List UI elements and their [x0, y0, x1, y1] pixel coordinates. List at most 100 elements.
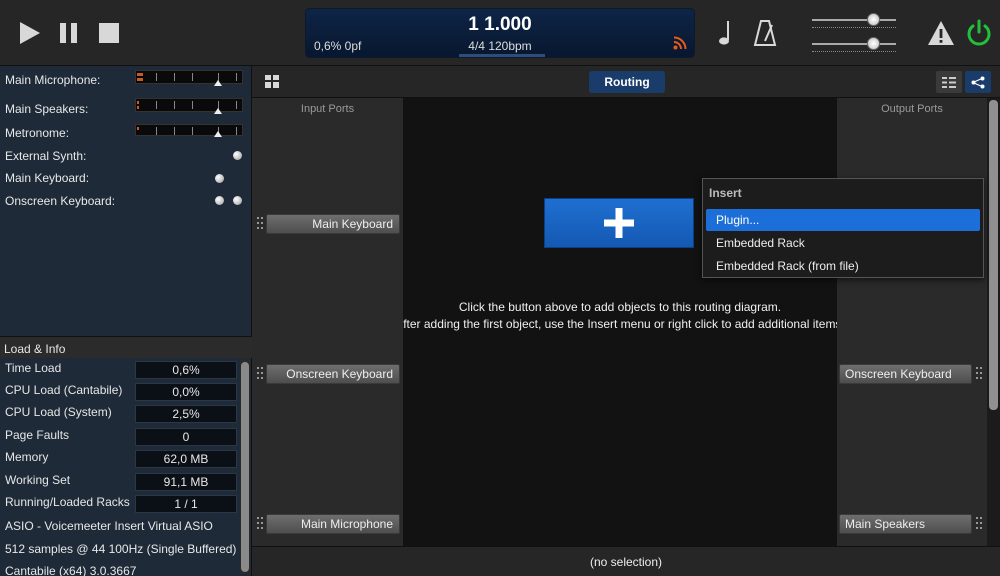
info-scrollbar[interactable]: [240, 360, 250, 574]
drag-handle-icon[interactable]: [257, 217, 263, 231]
port-label: External Synth:: [5, 149, 87, 163]
info-label: Running/Loaded Racks: [5, 495, 130, 509]
list-view-button[interactable]: [936, 71, 962, 93]
info-row: Memory 62,0 MB: [5, 450, 237, 470]
audio-driver-text: ASIO - Voicemeeter Insert Virtual ASIO: [5, 519, 213, 533]
music-note-icon: [719, 21, 729, 45]
gain-marker-icon[interactable]: [214, 131, 222, 137]
info-label: CPU Load (Cantabile): [5, 383, 123, 397]
port-label: Metronome:: [5, 126, 70, 140]
main-speakers-meter[interactable]: [135, 98, 243, 114]
gain-slider-knob[interactable]: [867, 37, 880, 50]
port-row-external-synth: External Synth:: [5, 149, 250, 167]
status-bar: (no selection): [252, 546, 1000, 576]
input-port-main-keyboard[interactable]: Main Keyboard: [266, 214, 400, 234]
buffer-info-text: 512 samples @ 44 100Hz (Single Buffered): [5, 542, 237, 556]
input-ports-column: Input Ports Main Keyboard Onscreen Keybo…: [252, 98, 403, 546]
drag-handle-icon[interactable]: [976, 367, 982, 381]
info-label: CPU Load (System): [5, 405, 112, 419]
info-value: 2,5%: [135, 405, 237, 423]
info-row: CPU Load (System) 2,5%: [5, 405, 237, 425]
menu-item-embedded-rack[interactable]: Embedded Rack: [706, 232, 980, 254]
pause-icon: [60, 23, 77, 43]
output-ports-title: Output Ports: [881, 103, 943, 115]
layout-grid-icon[interactable]: [265, 75, 279, 88]
load-info-panel: Time Load 0,6% CPU Load (Cantabile) 0,0%…: [0, 358, 252, 576]
pause-button[interactable]: [54, 18, 84, 48]
input-port-main-microphone[interactable]: Main Microphone: [266, 514, 400, 534]
menu-item-embedded-rack-from-file[interactable]: Embedded Rack (from file): [706, 255, 980, 277]
play-button[interactable]: [14, 18, 44, 48]
volume-slider-track[interactable]: [812, 19, 896, 21]
info-row: Time Load 0,6%: [5, 361, 237, 381]
info-value: 62,0 MB: [135, 450, 237, 468]
warning-button[interactable]: [926, 18, 956, 48]
info-value: 0: [135, 428, 237, 446]
routing-hint-line-2: After adding the first object, use the I…: [403, 317, 837, 331]
transport-display[interactable]: 1 1.000 0,6% 0pf 4/4 120bpm: [305, 8, 695, 58]
drag-handle-icon[interactable]: [976, 517, 982, 531]
info-label: Time Load: [5, 361, 62, 375]
add-object-button[interactable]: [544, 198, 694, 248]
routing-hint-line-1: Click the button above to add objects to…: [458, 300, 782, 314]
power-button[interactable]: [964, 18, 994, 48]
port-label: Main Keyboard:: [5, 171, 90, 185]
gain-slider-ticks: [812, 51, 896, 52]
toolbar: 1 1.000 0,6% 0pf 4/4 120bpm: [0, 0, 1000, 66]
info-row: Running/Loaded Racks 1 / 1: [5, 495, 237, 515]
power-icon: [967, 19, 991, 46]
info-label: Page Faults: [5, 428, 70, 442]
input-ports-title: Input Ports: [300, 103, 355, 115]
activity-indicator-icon: [215, 174, 224, 183]
routing-graph-icon: [971, 76, 985, 88]
info-label: Working Set: [5, 473, 71, 487]
info-value: 91,1 MB: [135, 473, 237, 491]
info-label: Memory: [5, 450, 49, 464]
metronome-meter[interactable]: [135, 124, 243, 137]
menu-item-plugin[interactable]: Plugin...: [706, 209, 980, 231]
routing-view-button[interactable]: [965, 71, 991, 93]
drag-handle-icon[interactable]: [257, 367, 263, 381]
metronome-icon: [753, 20, 777, 46]
insert-menu: Insert Plugin... Embedded Rack Embedded …: [702, 178, 984, 278]
info-value: 0,0%: [135, 383, 237, 401]
routing-scrollbar[interactable]: [987, 98, 1000, 546]
port-row-main-keyboard: Main Keyboard:: [5, 171, 250, 189]
position-bar: [459, 54, 545, 57]
output-port-main-speakers[interactable]: Main Speakers: [839, 514, 972, 534]
stop-button[interactable]: [94, 18, 124, 48]
gain-marker-icon[interactable]: [214, 108, 222, 114]
output-port-onscreen-keyboard[interactable]: Onscreen Keyboard: [839, 364, 972, 384]
stop-icon: [99, 23, 119, 43]
note-button[interactable]: [711, 18, 741, 48]
scrollbar-thumb[interactable]: [241, 362, 249, 572]
list-view-icon: [942, 76, 956, 88]
activity-indicator-icon: [233, 196, 242, 205]
port-label: Onscreen Keyboard:: [5, 194, 116, 208]
gain-marker-icon[interactable]: [214, 80, 222, 86]
routing-canvas[interactable]: Click the button above to add objects to…: [403, 98, 837, 546]
volume-slider-knob[interactable]: [867, 13, 880, 26]
info-row: Working Set 91,1 MB: [5, 473, 237, 493]
main-microphone-meter[interactable]: [135, 70, 243, 86]
warning-icon: [928, 21, 954, 45]
input-port-onscreen-keyboard[interactable]: Onscreen Keyboard: [266, 364, 400, 384]
gain-slider-track[interactable]: [812, 43, 896, 45]
ports-panel: Main Microphone: Main Speakers: Metronom…: [0, 66, 252, 336]
info-value: 0,6%: [135, 361, 237, 379]
info-value: 1 / 1: [135, 495, 237, 513]
load-info-header[interactable]: Load & Info: [0, 336, 252, 358]
info-row: CPU Load (Cantabile) 0,0%: [5, 383, 237, 403]
tab-routing[interactable]: Routing: [589, 71, 665, 93]
tempo-readout: 4/4 120bpm: [468, 39, 532, 53]
metronome-button[interactable]: [750, 18, 780, 48]
port-label: Main Microphone:: [5, 73, 101, 87]
drag-handle-icon[interactable]: [257, 517, 263, 531]
scrollbar-thumb[interactable]: [989, 100, 998, 410]
port-label: Main Speakers:: [5, 102, 89, 116]
version-text: Cantabile (x64) 3.0.3667: [5, 564, 137, 576]
activity-indicator-icon: [233, 151, 242, 160]
plus-icon: [604, 208, 634, 238]
rss-icon[interactable]: [673, 36, 687, 50]
activity-indicator-icon: [215, 196, 224, 205]
